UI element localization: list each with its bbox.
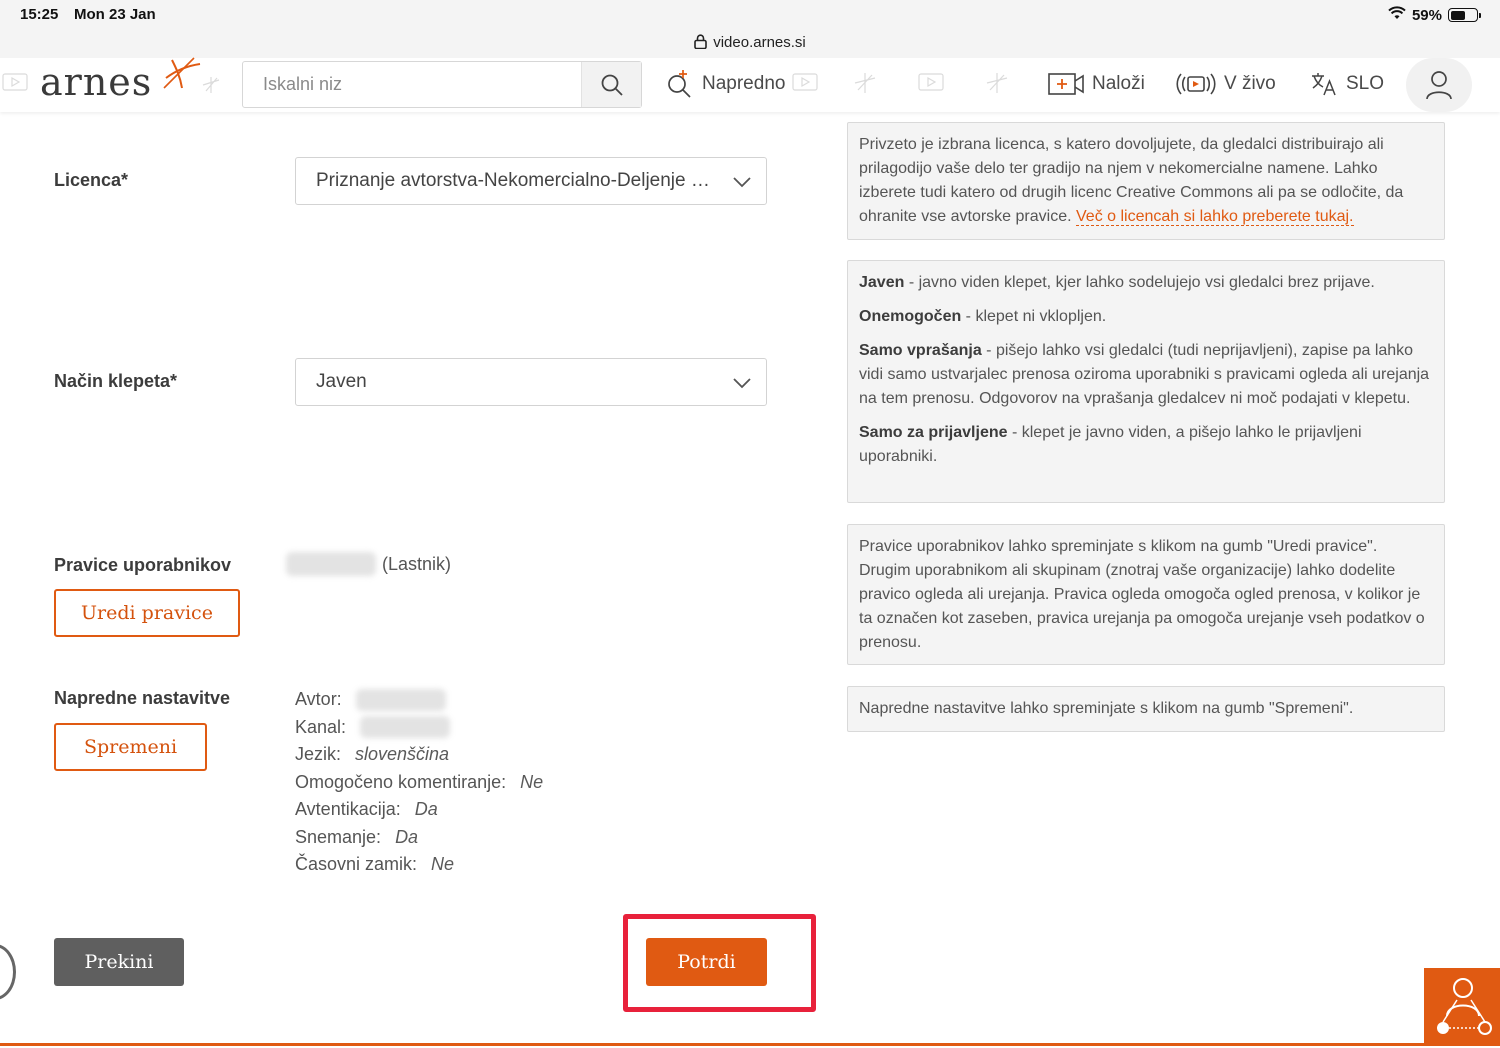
change-settings-button[interactable]: Spremeni [54, 723, 207, 771]
license-help-box: Privzeto je izbrana licenca, s katero do… [847, 122, 1445, 240]
nav-language-label: SLO [1346, 73, 1385, 94]
chat-mode-select-value: Javen [316, 371, 367, 392]
license-label: Licenca* [54, 170, 129, 190]
confirm-button[interactable]: Potrdi [646, 938, 767, 986]
chat-help-item: Samo vprašanja - pišejo lahko vsi gledal… [859, 339, 1433, 411]
live-stream-icon [1176, 73, 1216, 95]
nav-language[interactable]: SLO [1310, 68, 1384, 100]
nav-advanced-label: Napredno [702, 73, 786, 94]
license-select-value: Priznanje avtorstva-Nekomercialno-Deljen… [316, 170, 716, 191]
nav-upload[interactable]: Naloži [1048, 68, 1145, 100]
advanced-settings-list: Avtor: Kanal: Jezik: slovenščina Omogočen… [295, 686, 543, 879]
decor-play-icon [918, 73, 944, 91]
setting-value: slovenščina [355, 744, 450, 764]
rights-help-box: Pravice uporabnikov lahko spreminjate s … [847, 524, 1445, 665]
setting-value: Ne [520, 771, 544, 792]
chat-mode-label: Način klepeta* [54, 371, 178, 391]
search-input[interactable] [243, 62, 581, 107]
advanced-help-text: Napredne nastavitve lahko spreminjate s … [859, 700, 1354, 717]
nav-upload-label: Naloži [1092, 73, 1145, 94]
url-text: video.arnes.si [713, 34, 806, 51]
setting-key: Časovni zamik: [295, 854, 418, 874]
site-header: arnes Napredno Naloži V živo SLO [0, 57, 1500, 112]
setting-row: Avtor: [295, 686, 543, 714]
wifi-icon [1388, 6, 1406, 24]
translate-icon [1312, 73, 1336, 96]
cancel-button[interactable]: Prekini [54, 938, 184, 986]
user-rights-label: Pravice uporabnikov [54, 555, 232, 575]
chevron-down-icon [733, 177, 751, 188]
status-indicators: 59% [1388, 6, 1481, 24]
rights-help-text: Pravice uporabnikov lahko spreminjate s … [859, 538, 1425, 651]
chat-help-desc: - klepet ni vklopljen. [961, 308, 1107, 325]
setting-key: Kanal: [295, 716, 347, 737]
decor-play-icon [2, 73, 28, 91]
setting-value: Da [395, 826, 419, 847]
chat-help-item: Javen - javno viden klepet, kjer lahko s… [859, 271, 1433, 295]
setting-row: Kanal: [295, 714, 543, 742]
lock-icon [694, 34, 708, 50]
nav-live-label: V živo [1224, 73, 1276, 94]
setting-key: Omogočeno komentiranje: [295, 771, 507, 792]
search-button[interactable] [581, 62, 641, 107]
license-info-link[interactable]: Več o licencah si lahko preberete tukaj. [1076, 208, 1354, 226]
setting-value: Ne [431, 854, 455, 874]
chat-help-box: Javen - javno viden klepet, kjer lahko s… [847, 260, 1445, 503]
redacted-channel [360, 716, 451, 739]
chevron-down-icon [733, 378, 751, 389]
setting-key: Jezik: [295, 744, 342, 764]
rights-owner: (Lastnik) [286, 552, 451, 576]
status-date: Mon 23 Jan [74, 6, 156, 23]
redacted-author [355, 688, 446, 711]
setting-key: Snemanje: [295, 826, 382, 847]
setting-key: Avtor: [295, 689, 342, 709]
owner-role: (Lastnik) [382, 553, 452, 574]
license-select[interactable]: Priznanje avtorstva-Nekomercialno-Deljen… [295, 157, 767, 205]
share-network-button[interactable] [1424, 968, 1500, 1046]
decor-plane-icon [986, 73, 1008, 93]
chat-help-term: Samo za prijavljene [859, 424, 1008, 441]
setting-row: Avtentikacija: Da [295, 796, 543, 824]
chat-help-desc: - javno viden klepet, kjer lahko sodeluj… [904, 274, 1375, 291]
setting-key: Avtentikacija: [295, 799, 401, 819]
arnes-logo-mark-icon [163, 57, 201, 89]
share-network-icon [1437, 978, 1492, 1035]
decor-play-icon [792, 73, 818, 91]
status-time: 15:25 [20, 6, 59, 23]
status-bar: 15:25 Mon 23 Jan 59% video.arnes.si [0, 0, 1500, 58]
search-icon [601, 74, 623, 96]
chat-help-item: Onemogočen - klepet ni vklopljen. [859, 305, 1433, 329]
battery-icon [1448, 8, 1481, 22]
setting-row: Snemanje: Da [295, 824, 543, 852]
chat-help-item: Samo za prijavljene - klepet je javno vi… [859, 421, 1433, 469]
address-bar[interactable]: video.arnes.si [0, 34, 1500, 51]
setting-row: Omogočeno komentiranje: Ne [295, 769, 543, 797]
advanced-help-box: Napredne nastavitve lahko spreminjate s … [847, 686, 1445, 732]
search-box [242, 61, 642, 108]
edit-rights-button[interactable]: Uredi pravice [54, 589, 240, 637]
battery-percent: 59% [1411, 6, 1442, 24]
user-icon [1426, 71, 1452, 100]
nav-live[interactable]: V živo [1176, 68, 1276, 100]
user-account-button[interactable] [1406, 58, 1472, 112]
setting-value: Da [414, 799, 438, 819]
chat-help-term: Onemogočen [859, 308, 962, 325]
floating-left-button[interactable] [0, 944, 16, 1000]
advanced-search-icon [668, 70, 691, 98]
setting-row: Jezik: slovenščina [295, 741, 543, 769]
nav-advanced-search[interactable]: Napredno [664, 68, 785, 100]
setting-row: Časovni zamik: Ne [295, 851, 543, 879]
advanced-settings-label: Napredne nastavitve [54, 688, 231, 708]
chat-mode-select[interactable]: Javen [295, 358, 767, 406]
chat-help-term: Javen [859, 274, 905, 291]
redacted-owner-name [286, 552, 376, 576]
arnes-logo[interactable]: arnes [40, 60, 152, 104]
decor-plane-icon [854, 73, 876, 93]
upload-video-icon [1048, 73, 1084, 95]
chat-help-term: Samo vprašanja [859, 342, 982, 359]
footer-accent-line [0, 1043, 1500, 1046]
